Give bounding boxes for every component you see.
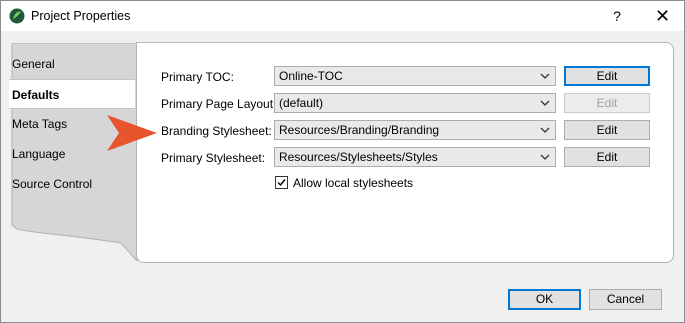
branding-stylesheet-select[interactable]: Resources/Branding/Branding bbox=[274, 120, 556, 140]
chevron-down-icon bbox=[540, 127, 550, 133]
primary-page-layout-edit-button: Edit bbox=[564, 93, 650, 113]
branding-stylesheet-edit-button[interactable]: Edit bbox=[564, 120, 650, 140]
callout-arrow-icon bbox=[107, 115, 157, 151]
primary-stylesheet-edit-button[interactable]: Edit bbox=[564, 147, 650, 167]
primary-page-layout-value: (default) bbox=[279, 96, 324, 110]
ok-button[interactable]: OK bbox=[508, 289, 581, 310]
branding-stylesheet-label: Branding Stylesheet: bbox=[161, 124, 272, 138]
primary-toc-select[interactable]: Online-TOC bbox=[274, 66, 556, 86]
primary-stylesheet-label: Primary Stylesheet: bbox=[161, 151, 266, 165]
primary-page-layout-label: Primary Page Layout: bbox=[161, 97, 277, 111]
branding-stylesheet-value: Resources/Branding/Branding bbox=[279, 123, 440, 137]
help-button[interactable]: ? bbox=[597, 2, 637, 30]
chevron-down-icon bbox=[540, 100, 550, 106]
cancel-button[interactable]: Cancel bbox=[589, 289, 662, 310]
project-properties-dialog: Project Properties ? ✕ General Defaults … bbox=[0, 0, 685, 323]
chevron-down-icon bbox=[540, 73, 550, 79]
checkmark-icon bbox=[277, 179, 286, 187]
primary-stylesheet-value: Resources/Stylesheets/Styles bbox=[279, 150, 438, 164]
allow-local-stylesheets-label[interactable]: Allow local stylesheets bbox=[293, 176, 413, 190]
primary-stylesheet-select[interactable]: Resources/Stylesheets/Styles bbox=[274, 147, 556, 167]
tab-source-control[interactable]: Source Control bbox=[9, 169, 129, 199]
close-button[interactable]: ✕ bbox=[641, 2, 684, 30]
allow-local-stylesheets-checkbox[interactable] bbox=[275, 176, 288, 189]
app-logo-icon bbox=[9, 8, 25, 24]
tab-defaults[interactable]: Defaults bbox=[9, 79, 135, 109]
title-bar: Project Properties ? ✕ bbox=[1, 1, 684, 31]
tab-general[interactable]: General bbox=[9, 49, 129, 79]
primary-page-layout-select[interactable]: (default) bbox=[274, 93, 556, 113]
primary-toc-edit-button[interactable]: Edit bbox=[564, 66, 650, 86]
window-title: Project Properties bbox=[31, 9, 131, 23]
primary-toc-label: Primary TOC: bbox=[161, 70, 234, 84]
primary-toc-value: Online-TOC bbox=[279, 69, 343, 83]
chevron-down-icon bbox=[540, 154, 550, 160]
